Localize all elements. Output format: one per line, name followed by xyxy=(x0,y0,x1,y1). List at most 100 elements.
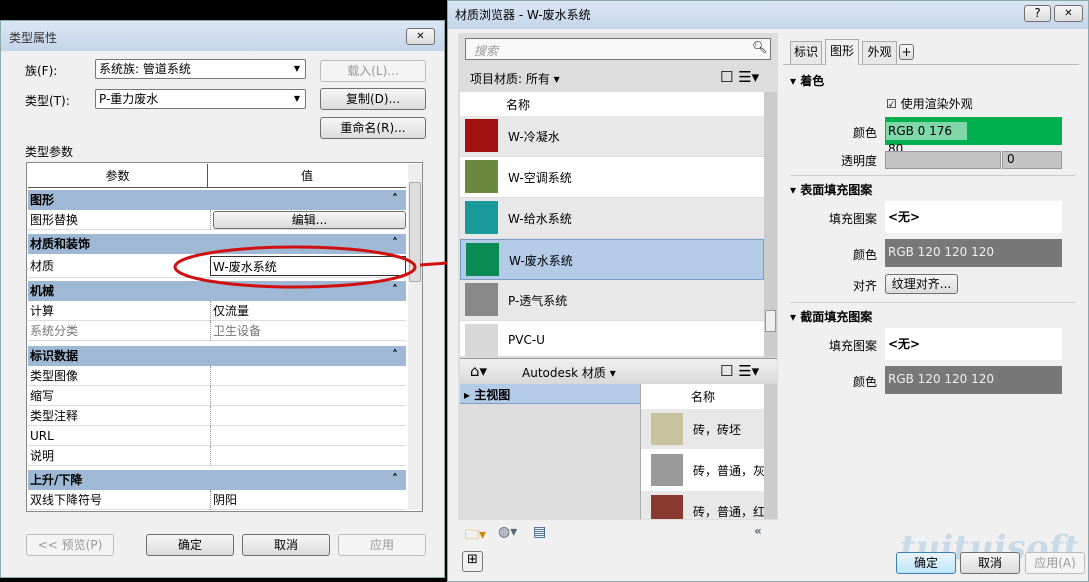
apply-button[interactable]: 应用 xyxy=(338,534,426,556)
swatch xyxy=(465,283,498,316)
param-name: 图形替换 xyxy=(30,213,79,227)
list-scrollbar[interactable] xyxy=(764,92,777,357)
close-button[interactable]: ✕ xyxy=(1054,5,1083,22)
scrollbar[interactable] xyxy=(408,164,422,510)
table-row: 双线下降符号 阴阳 xyxy=(28,490,406,510)
list-header: 名称 xyxy=(460,92,764,116)
ok-button[interactable]: 确定 xyxy=(146,534,234,556)
material-item[interactable]: W-空调系统 xyxy=(460,157,764,198)
param-value[interactable]: 阴阳 xyxy=(210,490,406,510)
cut-header[interactable]: ▾ 截面填充图案 xyxy=(790,308,872,325)
dialog-title: 类型属性 xyxy=(9,31,58,45)
rename-button[interactable]: 重命名(R)... xyxy=(320,117,426,139)
cut-color-swatch[interactable]: RGB 120 120 120 xyxy=(885,366,1062,394)
family-label: 族(F): xyxy=(25,64,58,78)
param-value[interactable] xyxy=(210,406,406,426)
add-tab-button[interactable]: + xyxy=(899,44,914,60)
search-input[interactable]: 搜索 xyxy=(465,38,771,60)
texture-align-button[interactable]: 纹理对齐... xyxy=(885,274,958,294)
section-graphics[interactable]: 图形 xyxy=(28,189,406,210)
col-param: 参数 xyxy=(28,164,208,188)
transparency-slider[interactable] xyxy=(885,151,1001,169)
swatch xyxy=(465,160,498,193)
search-icon[interactable]: 🔍︎ xyxy=(752,40,767,54)
surface-color-swatch[interactable]: RGB 120 120 120 xyxy=(885,239,1062,267)
material-item[interactable]: PVC-U xyxy=(460,321,764,357)
view-toggle-icon[interactable]: ☐ ☰▾ xyxy=(720,68,759,86)
swatch xyxy=(466,243,499,276)
apply-button[interactable]: 应用(A) xyxy=(1025,552,1085,574)
material-item-selected[interactable]: W-废水系统 xyxy=(460,239,764,280)
section-rise-drop[interactable]: 上升/下降 xyxy=(28,469,406,490)
param-name: 双线下降符号 xyxy=(30,493,103,507)
section-identity[interactable]: 标识数据 xyxy=(28,345,406,366)
filter-dropdown[interactable]: 项目材质: 所有 ▾ xyxy=(470,70,560,87)
param-name: 类型图像 xyxy=(30,369,79,383)
align-label: 对齐 xyxy=(852,279,877,293)
help-button[interactable]: ? xyxy=(1024,5,1051,22)
ok-button[interactable]: 确定 xyxy=(896,552,956,574)
library-item[interactable]: 砖，普通，灰 xyxy=(641,450,764,490)
load-button[interactable]: 载入(L)... xyxy=(320,60,426,82)
swatch xyxy=(465,201,498,234)
library-view-icon[interactable]: ☐ ☰▾ xyxy=(720,362,759,380)
table-row: 系统分类 卫生设备 xyxy=(28,321,406,341)
library-item[interactable]: 砖，普通，红 xyxy=(641,491,764,519)
library-scrollbar[interactable] xyxy=(764,384,777,519)
duplicate-button[interactable]: 复制(D)... xyxy=(320,88,426,110)
asset-editor-icon[interactable]: ▤ xyxy=(533,524,546,540)
cancel-button[interactable]: 取消 xyxy=(242,534,330,556)
material-item[interactable]: W-给水系统 xyxy=(460,198,764,239)
cancel-button[interactable]: 取消 xyxy=(960,552,1020,574)
type-select[interactable]: P-重力废水 xyxy=(95,89,306,109)
table-row: 计算 仅流量 xyxy=(28,301,406,321)
settings-icon[interactable]: ⊞ xyxy=(462,551,483,572)
swatch xyxy=(465,324,498,357)
use-render-checkbox[interactable]: ☑ 使用渲染外观 xyxy=(886,95,973,112)
cut-fill-pattern[interactable]: <无> xyxy=(885,328,1062,360)
table-row: 说明 xyxy=(28,446,406,466)
fill-label: 填充图案 xyxy=(828,212,877,226)
transparency-label: 透明度 xyxy=(840,154,877,168)
surface-header[interactable]: ▾ 表面填充图案 xyxy=(790,181,872,198)
param-name: 说明 xyxy=(30,449,55,463)
close-button[interactable]: ✕ xyxy=(406,28,435,45)
preview-button[interactable]: << 预览(P) xyxy=(26,534,114,556)
collapse-icon[interactable]: « xyxy=(754,524,762,538)
tab-graphics[interactable]: 图形 xyxy=(825,39,859,65)
library-dropdown[interactable]: Autodesk 材质 ▾ xyxy=(522,364,616,381)
title-bar xyxy=(1,21,444,51)
library-manage-icon[interactable]: 🗀▾ xyxy=(465,524,486,548)
transparency-input[interactable]: 0 xyxy=(1002,151,1062,169)
cut-color-label: 颜色 xyxy=(852,375,877,389)
color-swatch[interactable]: RGB 0 176 80 xyxy=(885,117,1062,156)
param-value[interactable] xyxy=(210,366,406,386)
param-value: 卫生设备 xyxy=(210,321,406,341)
param-value[interactable] xyxy=(210,386,406,406)
home-icon[interactable]: ⌂▾ xyxy=(470,362,487,380)
surface-fill-pattern[interactable]: <无> xyxy=(885,201,1062,233)
browser-title: 材质浏览器 - W-废水系统 xyxy=(455,8,591,22)
library-item[interactable]: 砖，砖坯 xyxy=(641,409,764,449)
shading-header[interactable]: ▾ 着色 xyxy=(790,72,824,89)
tab-appearance[interactable]: 外观 xyxy=(862,41,897,64)
tab-identity[interactable]: 标识 xyxy=(790,41,822,64)
material-item[interactable]: P-透气系统 xyxy=(460,280,764,321)
tree-home-view[interactable]: ▸ 主视图 xyxy=(460,384,640,404)
edit-button[interactable]: 编辑... xyxy=(213,211,406,229)
type-label: 类型(T): xyxy=(25,94,70,108)
param-value[interactable] xyxy=(210,446,406,466)
swatch xyxy=(465,119,498,152)
create-material-icon[interactable]: ◍▾ xyxy=(498,524,517,540)
cut-fill-label: 填充图案 xyxy=(828,339,877,353)
param-value[interactable]: 仅流量 xyxy=(210,301,406,321)
table-row: URL xyxy=(28,426,406,446)
color-label: 颜色 xyxy=(852,126,877,140)
surface-color-label: 颜色 xyxy=(852,248,877,262)
param-name: 类型注释 xyxy=(30,409,79,423)
param-value[interactable] xyxy=(210,426,406,446)
table-row: 缩写 xyxy=(28,386,406,406)
param-name: 缩写 xyxy=(30,389,55,403)
family-select[interactable]: 系统族: 管道系统 xyxy=(95,59,306,79)
material-item[interactable]: W-冷凝水 xyxy=(460,116,764,157)
